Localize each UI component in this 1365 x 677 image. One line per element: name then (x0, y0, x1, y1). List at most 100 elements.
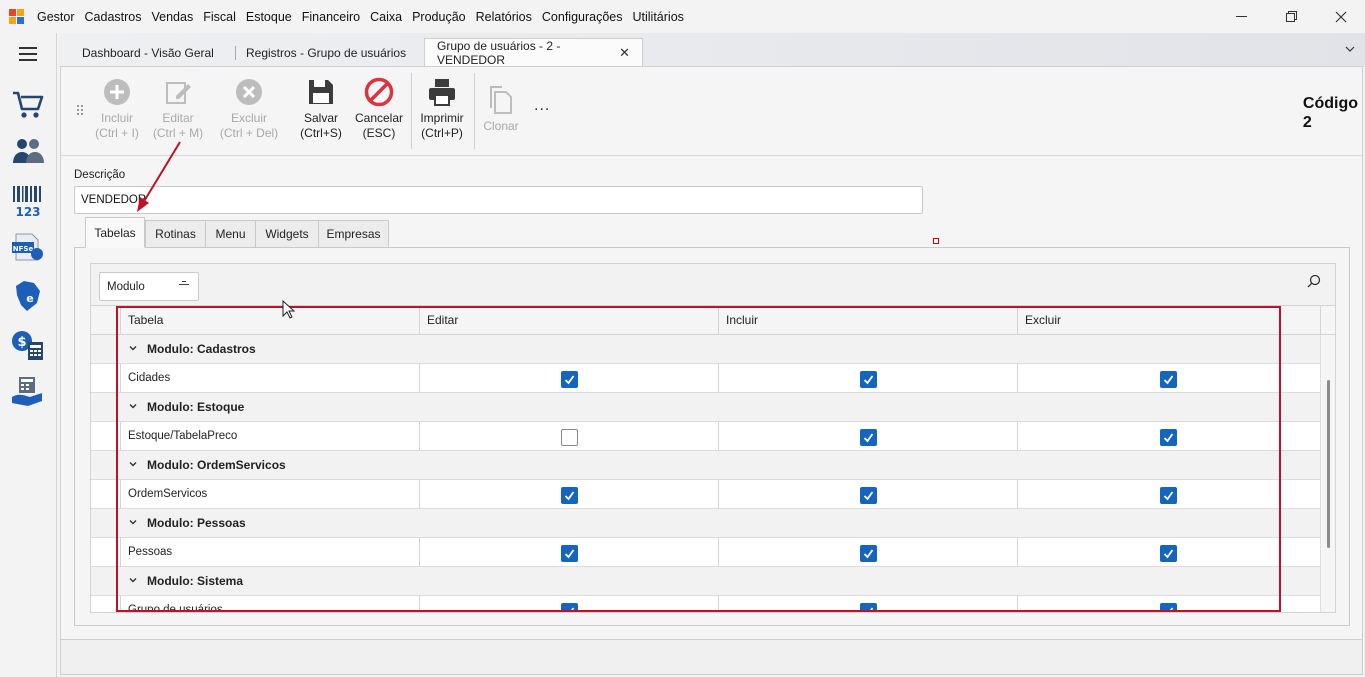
incluir-checkbox[interactable] (860, 603, 877, 612)
nfse-icon[interactable]: NFSe (10, 230, 46, 266)
menu-utilitarios[interactable]: Utilitários (628, 10, 689, 24)
collapse-chevron-icon[interactable] (129, 344, 137, 352)
excluir-checkbox[interactable] (1160, 429, 1177, 446)
table-row[interactable]: Cidades (91, 364, 1320, 393)
menu-producao[interactable]: Produção (407, 10, 471, 24)
group-row[interactable]: Modulo: OrdemServicos (91, 451, 1320, 480)
table-row[interactable]: Estoque/TabelaPreco (91, 422, 1320, 451)
editar-checkbox[interactable] (561, 603, 578, 612)
subtab-tabelas[interactable]: Tabelas (85, 217, 145, 248)
more-options-button[interactable]: ... (534, 97, 550, 115)
subtab-menu[interactable]: Menu (205, 220, 256, 248)
collapse-chevron-icon[interactable] (129, 460, 137, 468)
excluir-cell (1017, 364, 1320, 392)
document-tab-strip: Dashboard - Visão Geral Registros - Grup… (58, 33, 1365, 67)
menu-financeiro[interactable]: Financeiro (297, 10, 365, 24)
table-row[interactable]: OrdemServicos (91, 480, 1320, 509)
editar-checkbox[interactable] (561, 429, 578, 446)
editar-label: Editar (162, 111, 194, 125)
incluir-checkbox[interactable] (860, 371, 877, 388)
menu-bar: Gestor Cadastros Vendas Fiscal Estoque F… (0, 0, 1365, 33)
clonar-button[interactable]: Clonar (479, 85, 523, 134)
doc-tab-label: Dashboard - Visão Geral (82, 45, 214, 60)
menu-caixa[interactable]: Caixa (365, 10, 407, 24)
menu-cadastros[interactable]: Cadastros (80, 10, 147, 24)
incluir-cell (718, 422, 1018, 450)
people-icon[interactable] (10, 133, 46, 169)
grip-handle-icon[interactable] (77, 105, 83, 117)
editar-button[interactable]: Editar (Ctrl + M) (151, 77, 205, 141)
clone-icon (490, 86, 512, 114)
collapse-chevron-icon[interactable] (129, 518, 137, 526)
excluir-button[interactable]: Excluir (Ctrl + Del) (218, 77, 280, 141)
column-header-excluir[interactable]: Excluir (1017, 306, 1320, 334)
editar-checkbox[interactable] (561, 487, 578, 504)
column-header-incluir[interactable]: Incluir (718, 306, 1018, 334)
editar-checkbox[interactable] (561, 371, 578, 388)
restore-button[interactable] (1268, 0, 1314, 33)
column-header-editar[interactable]: Editar (419, 306, 719, 334)
menu-icon[interactable] (19, 47, 37, 65)
editar-cell (419, 364, 719, 392)
check-icon (564, 375, 575, 385)
subtab-empresas[interactable]: Empresas (318, 220, 389, 248)
menu-gestor[interactable]: Gestor (32, 10, 80, 24)
resize-marker (933, 238, 939, 244)
doc-tab-dashboard[interactable]: Dashboard - Visão Geral (70, 38, 226, 67)
cash-register-icon[interactable] (10, 373, 46, 409)
incluir-checkbox[interactable] (860, 429, 877, 446)
descricao-input[interactable] (74, 186, 923, 214)
collapse-chevron-icon[interactable] (129, 576, 137, 584)
close-window-button[interactable] (1318, 0, 1364, 33)
excluir-checkbox[interactable] (1160, 603, 1177, 612)
menu-fiscal[interactable]: Fiscal (198, 10, 241, 24)
check-icon (1163, 491, 1174, 501)
subtab-rotinas[interactable]: Rotinas (145, 220, 206, 248)
imprimir-button[interactable]: Imprimir (Ctrl+P) (416, 77, 468, 141)
group-by-chip[interactable]: Modulo (99, 272, 199, 301)
scrollbar-thumb[interactable] (1327, 380, 1330, 548)
tab-list-chevron-icon[interactable] (1345, 41, 1355, 55)
salvar-button[interactable]: Salvar (Ctrl+S) (297, 77, 345, 141)
group-chip-label: Modulo (107, 280, 145, 293)
cancelar-shortcut: (ESC) (362, 126, 396, 140)
incluir-button[interactable]: Incluir (Ctrl + I) (93, 77, 141, 141)
tabela-cell: Grupo de usuários (120, 596, 420, 612)
tabela-cell: Estoque/TabelaPreco (120, 422, 420, 450)
table-row[interactable]: Grupo de usuários (91, 596, 1320, 612)
doc-tab-registros[interactable]: Registros - Grupo de usuários (234, 38, 418, 67)
vertical-scrollbar[interactable] (1320, 335, 1335, 612)
column-header-tabela[interactable]: Tabela (120, 306, 420, 334)
cancelar-button[interactable]: Cancelar (ESC) (353, 77, 405, 141)
table-row[interactable]: Pessoas (91, 538, 1320, 567)
group-row[interactable]: Modulo: Estoque (91, 393, 1320, 422)
incluir-checkbox[interactable] (860, 545, 877, 562)
tabela-cell: Cidades (120, 364, 420, 392)
finance-calculator-icon[interactable]: $ (10, 326, 46, 362)
menu-vendas[interactable]: Vendas (147, 10, 199, 24)
doc-tab-grupo-usuarios[interactable]: Grupo de usuários - 2 - VENDEDOR ✕ (424, 38, 643, 67)
group-row[interactable]: Modulo: Cadastros (91, 335, 1320, 364)
subtab-widgets[interactable]: Widgets (255, 220, 319, 248)
cancelar-label: Cancelar (354, 111, 404, 125)
barcode-icon[interactable]: 123 (10, 183, 46, 219)
menu-relatorios[interactable]: Relatórios (471, 10, 537, 24)
group-row[interactable]: Modulo: Sistema (91, 567, 1320, 596)
excluir-checkbox[interactable] (1160, 545, 1177, 562)
close-tab-icon[interactable]: ✕ (619, 45, 630, 61)
minimize-button[interactable] (1218, 0, 1264, 33)
excluir-shortcut: (Ctrl + Del) (219, 126, 279, 140)
menu-estoque[interactable]: Estoque (241, 10, 297, 24)
menu-configuracoes[interactable]: Configurações (537, 10, 628, 24)
check-icon (1163, 375, 1174, 385)
collapse-chevron-icon[interactable] (129, 402, 137, 410)
excluir-checkbox[interactable] (1160, 487, 1177, 504)
search-icon[interactable] (1307, 274, 1321, 288)
incluir-checkbox[interactable] (860, 487, 877, 504)
editar-cell (419, 480, 719, 508)
editar-checkbox[interactable] (561, 545, 578, 562)
cart-icon[interactable] (10, 86, 46, 122)
excluir-checkbox[interactable] (1160, 371, 1177, 388)
nfe-icon[interactable]: e (10, 278, 46, 314)
group-row[interactable]: Modulo: Pessoas (91, 509, 1320, 538)
